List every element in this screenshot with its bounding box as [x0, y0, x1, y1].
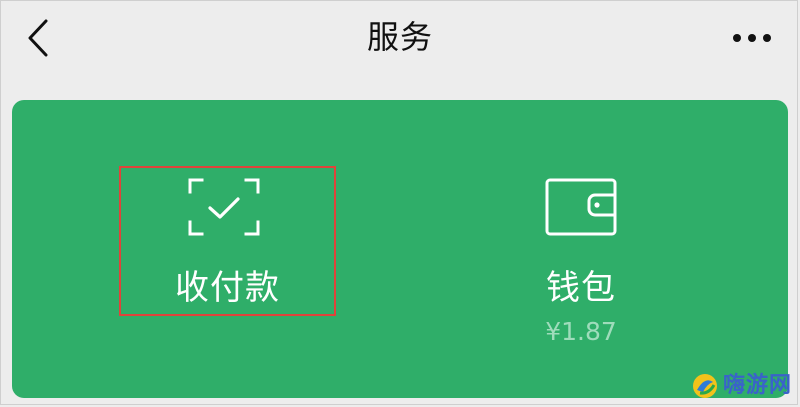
- watermark: 嗨游网: [691, 371, 792, 401]
- wallet-label: 钱包: [546, 268, 616, 308]
- service-card: 收付款 钱包 ¥1.87: [12, 100, 788, 398]
- nav-bar: 服务: [0, 0, 800, 78]
- wallet-tile[interactable]: 钱包 ¥1.87: [400, 100, 788, 398]
- watermark-text: 嗨游网: [722, 373, 792, 398]
- more-dots-icon: [733, 34, 771, 42]
- watermark-logo-icon: [692, 374, 717, 398]
- more-button[interactable]: [726, 20, 778, 56]
- pay-label: 收付款: [175, 268, 280, 308]
- wallet-balance: ¥1.87: [545, 317, 617, 346]
- pay-tile[interactable]: 收付款: [12, 100, 400, 398]
- scan-check-icon: [188, 178, 260, 236]
- wallet-icon: [545, 178, 617, 236]
- page-title: 服务: [366, 18, 433, 56]
